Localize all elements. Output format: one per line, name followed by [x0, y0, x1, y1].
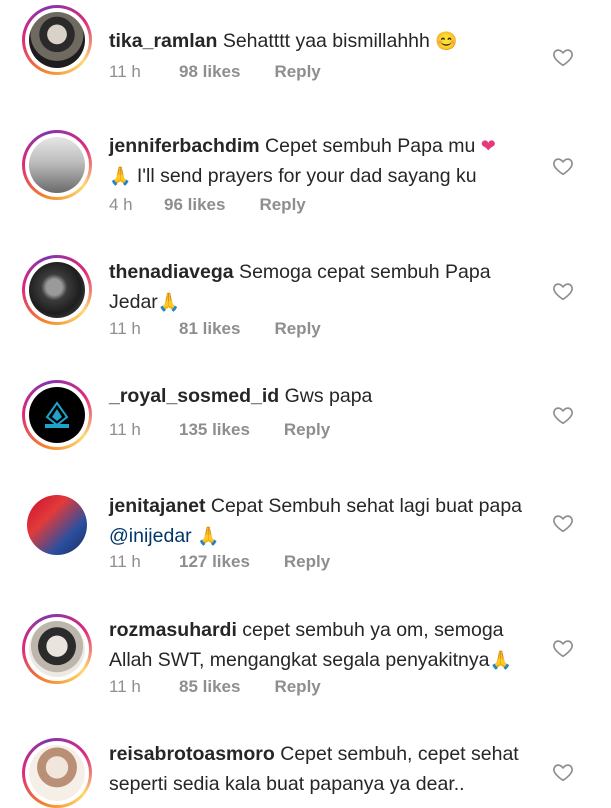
- comment-username[interactable]: tika_ramlan: [109, 30, 217, 52]
- avatar[interactable]: [22, 5, 92, 75]
- comment-username[interactable]: reisabrotoasmoro: [109, 743, 275, 765]
- reply-button[interactable]: Reply: [274, 62, 320, 82]
- comment-time: 4 h: [109, 195, 133, 214]
- comment-text: Sehatttt yaa bismillahhh: [217, 30, 436, 52]
- comment-text: cepet sembuh ya om, semoga: [236, 619, 504, 641]
- avatar[interactable]: [22, 490, 92, 560]
- heart-outline-icon[interactable]: [552, 512, 574, 534]
- comment-likes[interactable]: 81 likes: [179, 319, 240, 339]
- comment-text: Cepet sembuh, cepet sehat: [274, 743, 519, 765]
- comment-meta: 11 h 81 likes Reply: [109, 319, 321, 339]
- comment-username[interactable]: thenadiavega: [109, 261, 234, 283]
- comment-time: 11 h: [109, 62, 141, 81]
- comment-likes[interactable]: 127 likes: [179, 552, 250, 572]
- comment-text-line2: Jedar: [109, 291, 158, 313]
- reply-button[interactable]: Reply: [274, 677, 320, 697]
- royal-logo-icon: [45, 401, 69, 428]
- comment-username[interactable]: rozmasuhardi: [109, 619, 237, 641]
- heart-outline-icon[interactable]: [552, 280, 574, 302]
- comment-meta: 11 h 85 likes Reply: [109, 677, 321, 697]
- avatar[interactable]: [22, 738, 92, 808]
- heart-outline-icon[interactable]: [552, 404, 574, 426]
- reply-button[interactable]: Reply: [284, 420, 330, 440]
- comment-text-line2: Allah SWT, mengangkat segala penyakitnya: [109, 649, 490, 671]
- smile-emoji-icon: 😊: [435, 31, 458, 51]
- avatar[interactable]: [22, 130, 92, 200]
- pray-emoji-icon: 🙏: [109, 166, 132, 186]
- heart-outline-icon[interactable]: [552, 155, 574, 177]
- comment-likes[interactable]: 135 likes: [179, 420, 250, 440]
- comment-meta: 11 h 127 likes Reply: [109, 552, 330, 572]
- mention-link[interactable]: @inijedar: [109, 525, 192, 547]
- comment-text: Cepet sembuh Papa mu: [259, 135, 481, 157]
- heart-outline-icon[interactable]: [552, 637, 574, 659]
- comment-likes[interactable]: 96 likes: [164, 195, 225, 215]
- avatar[interactable]: [22, 255, 92, 325]
- heart-emoji-icon: ❤: [480, 136, 496, 156]
- comment-time: 11 h: [109, 552, 141, 571]
- comment-text: Gws papa: [279, 385, 373, 407]
- comment-text: Semoga cepat sembuh Papa: [233, 261, 491, 283]
- pray-emoji-icon: 🙏: [197, 526, 220, 546]
- reply-button[interactable]: Reply: [274, 319, 320, 339]
- comment-likes[interactable]: 98 likes: [179, 62, 240, 82]
- comment-username[interactable]: _royal_sosmed_id: [109, 385, 279, 407]
- comment-username[interactable]: jenniferbachdim: [109, 135, 260, 157]
- heart-outline-icon[interactable]: [552, 761, 574, 783]
- comment-text-line2: I'll send prayers for your dad sayang ku: [131, 165, 477, 187]
- comment-username[interactable]: jenitajanet: [109, 495, 205, 517]
- comment-time: 11 h: [109, 319, 141, 338]
- pray-emoji-icon: 🙏: [157, 292, 181, 312]
- pray-emoji-icon: 🙏: [489, 650, 512, 670]
- comment-meta: 11 h 98 likes Reply: [109, 62, 321, 82]
- avatar[interactable]: [22, 614, 92, 684]
- heart-outline-icon[interactable]: [552, 46, 574, 68]
- comment-meta: 4 h 96 likes Reply: [109, 195, 306, 215]
- avatar[interactable]: [22, 380, 92, 450]
- comment-text-line2: seperti sedia kala buat papanya ya dear.…: [109, 773, 465, 795]
- comment-time: 11 h: [109, 420, 141, 439]
- comment-likes[interactable]: 85 likes: [179, 677, 240, 697]
- comment-time: 11 h: [109, 677, 141, 696]
- reply-button[interactable]: Reply: [284, 552, 330, 572]
- reply-button[interactable]: Reply: [259, 195, 305, 215]
- comment-meta: 11 h 135 likes Reply: [109, 420, 330, 440]
- comment-text: Cepat Sembuh sehat lagi buat papa: [205, 495, 523, 517]
